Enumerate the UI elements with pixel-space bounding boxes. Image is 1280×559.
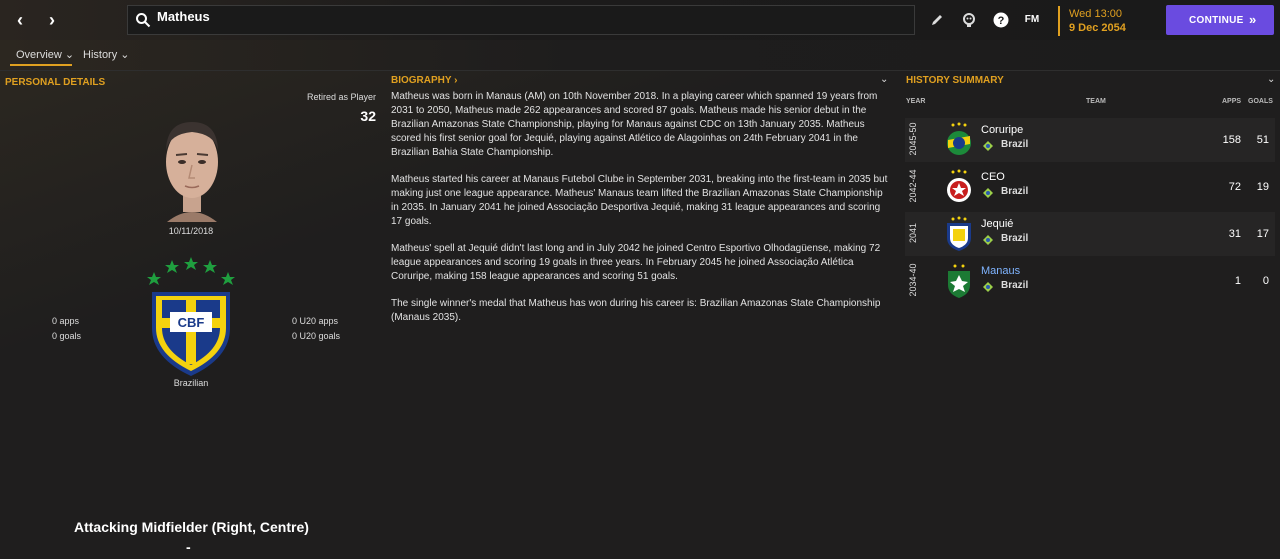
player-position: Attacking Midfielder (Right, Centre) <box>74 519 309 535</box>
senior-apps: 0 apps <box>52 316 80 326</box>
history-nation: Brazil <box>1001 139 1029 150</box>
history-row[interactable]: 2041 Jequié Brazil 31 17 <box>905 212 1275 256</box>
col-goals-header: GOALS <box>1248 98 1273 105</box>
history-year: 2045-50 <box>908 122 918 156</box>
history-nation: Brazil <box>1001 186 1029 197</box>
history-nation: Brazil <box>1001 280 1029 291</box>
edit-pencil-icon[interactable] <box>927 10 947 30</box>
cbf-crest-text: CBF <box>178 315 205 330</box>
date-of-birth: 10/11/2018 <box>168 226 214 236</box>
history-year: 2042-44 <box>908 169 918 203</box>
double-chevron-right-icon: » <box>1249 12 1257 27</box>
biography-title-link[interactable]: BIOGRAPHY › <box>391 75 458 86</box>
u20-apps: 0 U20 apps <box>292 316 339 326</box>
player-face-avatar <box>166 122 218 222</box>
brazil-flag-icon <box>983 282 993 292</box>
search-input[interactable]: Matheus <box>157 9 210 24</box>
continue-label: CONTINUE <box>1189 15 1244 26</box>
brazil-flag-icon <box>983 235 993 245</box>
tab-bar: Overview ⌄ History ⌄ <box>0 40 1280 71</box>
col-year-header: YEAR <box>906 98 926 105</box>
retired-label: Retired as Player <box>306 92 376 102</box>
history-nation: Brazil <box>1001 233 1029 244</box>
history-team-link[interactable]: Manaus <box>981 265 1020 277</box>
forward-arrow-icon[interactable]: › <box>42 10 62 30</box>
coruripe-crest-icon <box>947 122 971 155</box>
col-team-header: TEAM <box>1086 98 1106 105</box>
top-bar: ‹ › Matheus ? FM Wed 13:00 9 Dec 2054 CO… <box>0 0 1280 40</box>
history-team-link[interactable]: Coruripe <box>981 124 1023 136</box>
history-row[interactable]: 2045-50 Coruripe Brazil 158 51 <box>905 118 1275 162</box>
back-arrow-icon[interactable]: ‹ <box>10 10 30 30</box>
history-row[interactable]: 2034-40 Manaus Brazil 1 0 <box>905 259 1275 303</box>
cbf-crest-icon: CBF <box>147 257 235 376</box>
history-team-link[interactable]: Jequié <box>981 218 1013 230</box>
history-team-link[interactable]: CEO <box>981 171 1005 183</box>
senior-goals: 0 goals <box>52 331 82 341</box>
history-goals: 51 <box>1256 134 1269 146</box>
tab-overview[interactable]: Overview ⌄ <box>16 48 74 61</box>
search-icon <box>136 13 151 28</box>
biography-collapse-chevron-icon[interactable]: ⌄ <box>880 74 888 85</box>
brazil-flag-icon <box>983 188 993 198</box>
help-icon[interactable]: ? <box>991 10 1011 30</box>
retired-age: 32 <box>360 108 376 124</box>
u20-goals: 0 U20 goals <box>292 331 341 341</box>
tab-history[interactable]: History ⌄ <box>83 48 130 61</box>
fm-menu-button[interactable]: FM <box>1022 10 1042 30</box>
svg-text:?: ? <box>998 15 1005 27</box>
history-apps: 158 <box>1222 134 1241 146</box>
jequie-crest-icon <box>947 216 971 251</box>
history-goals: 17 <box>1256 228 1269 240</box>
player-position-sub: - <box>186 539 191 555</box>
history-apps: 31 <box>1228 228 1241 240</box>
biography-paragraph: Matheus was born in Manaus (AM) on 10th … <box>391 91 878 158</box>
search-box[interactable]: Matheus <box>127 5 915 35</box>
personal-details-title: PERSONAL DETAILS <box>5 77 106 88</box>
date-date: 9 Dec 2054 <box>1069 22 1126 34</box>
history-row[interactable]: 2042-44 CEO Brazil 72 19 <box>905 165 1275 209</box>
date-day: Wed 13:00 <box>1069 8 1123 20</box>
history-apps: 1 <box>1234 275 1241 287</box>
ceo-crest-icon <box>947 169 971 202</box>
history-goals: 0 <box>1262 275 1269 287</box>
history-year: 2034-40 <box>908 263 918 297</box>
col-apps-header: APPS <box>1222 98 1242 105</box>
history-year: 2041 <box>908 222 918 244</box>
history-summary-title: HISTORY SUMMARY <box>906 75 1004 86</box>
history-collapse-chevron-icon[interactable]: ⌄ <box>1267 74 1275 85</box>
biography-paragraph: Matheus' spell at Jequié didn't last lon… <box>391 243 881 282</box>
biography-paragraph: The single winner's medal that Matheus h… <box>391 298 881 323</box>
continue-button[interactable]: CONTINUE » <box>1166 5 1274 35</box>
history-apps: 72 <box>1228 181 1241 193</box>
active-tab-indicator <box>10 64 72 66</box>
biography-paragraph: Matheus started his career at Manaus Fut… <box>391 174 888 227</box>
history-goals: 19 <box>1256 181 1269 193</box>
brazil-flag-icon <box>983 141 993 151</box>
manaus-crest-icon <box>948 264 970 298</box>
social-feed-icon[interactable] <box>959 10 979 30</box>
biography-text: Matheus was born in Manaus (AM) on 10th … <box>391 90 891 338</box>
game-date[interactable]: Wed 13:00 9 Dec 2054 <box>1058 6 1150 36</box>
nationality-label: Brazilian <box>173 378 209 388</box>
